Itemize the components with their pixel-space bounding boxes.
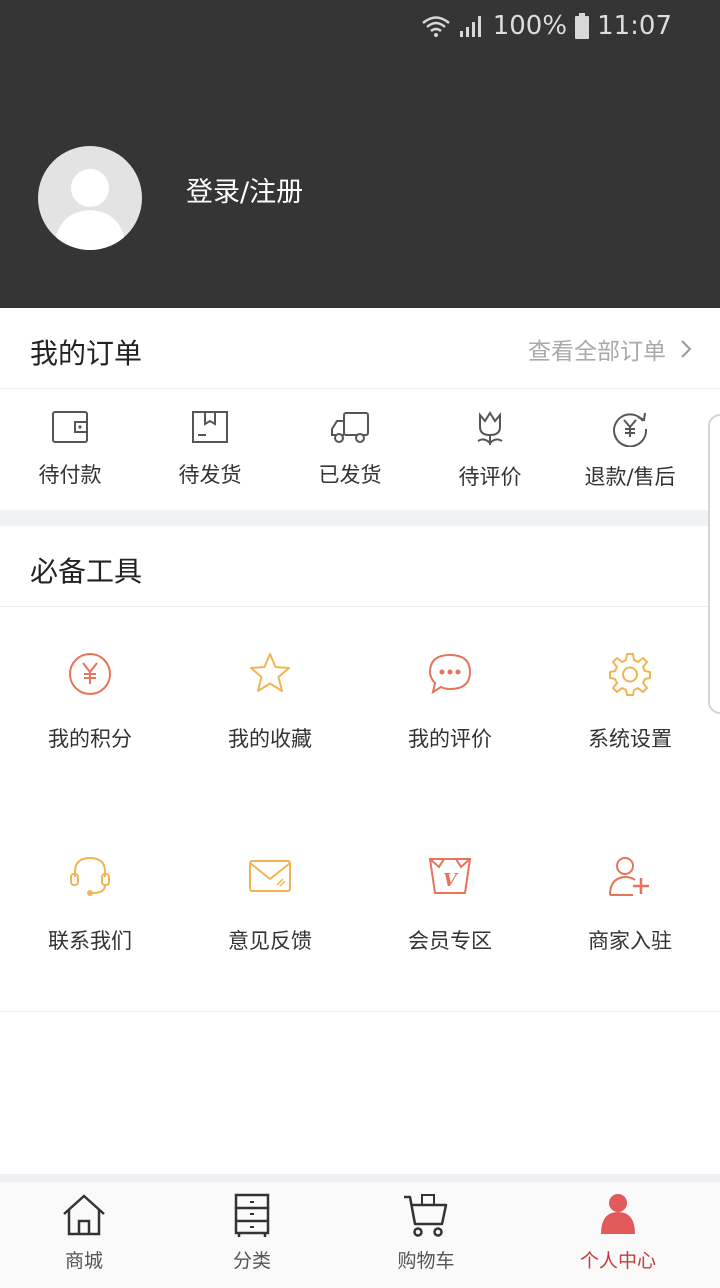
order-shipped[interactable]: 已发货 — [280, 389, 420, 510]
tab-label: 购物车 — [397, 1250, 455, 1272]
svg-text:V: V — [443, 870, 459, 891]
order-pending-payment[interactable]: 待付款 — [0, 389, 140, 510]
gear-icon — [609, 653, 651, 696]
person-icon — [601, 1194, 635, 1234]
tab-cart[interactable]: 购物车 — [336, 1182, 516, 1288]
chat-bubble-icon — [428, 653, 472, 695]
headset-icon — [70, 856, 110, 896]
home-icon — [63, 1194, 105, 1236]
tab-label: 个人中心 — [579, 1250, 656, 1272]
star-icon — [250, 653, 290, 692]
scroll-edge-handle[interactable] — [708, 414, 720, 714]
cabinet-icon — [234, 1193, 270, 1237]
order-pending-shipment[interactable]: 待发货 — [140, 389, 280, 510]
status-bar: 100% 11:07 — [421, 8, 672, 44]
order-item-label: 待评价 — [458, 465, 522, 489]
order-refund-aftersale[interactable]: 退款/售后 — [560, 389, 700, 510]
battery-percent: 100% — [492, 11, 568, 41]
order-pending-review[interactable]: 待评价 — [420, 389, 560, 510]
tool-label: 我的收藏 — [228, 727, 312, 751]
tab-label: 分类 — [232, 1250, 271, 1272]
package-icon — [192, 411, 228, 443]
login-register-link[interactable]: 登录/注册 — [186, 170, 303, 209]
tool-label: 会员专区 — [408, 929, 492, 953]
chevron-right-icon — [681, 340, 692, 358]
user-add-icon — [609, 857, 649, 896]
wifi-icon — [421, 16, 450, 37]
merchant-join-button[interactable]: 商家入驻 — [540, 809, 720, 1011]
my-reviews-button[interactable]: 我的评价 — [360, 607, 540, 809]
tab-label: 商城 — [64, 1250, 103, 1272]
vip-zone-button[interactable]: V 会员专区 — [360, 809, 540, 1011]
system-settings-button[interactable]: 系统设置 — [540, 607, 720, 809]
envelope-icon — [249, 860, 291, 892]
order-item-label: 退款/售后 — [584, 465, 676, 489]
section-divider — [0, 510, 720, 526]
contact-us-button[interactable]: 联系我们 — [0, 809, 180, 1011]
battery-icon — [575, 13, 590, 39]
tab-category[interactable]: 分类 — [168, 1182, 336, 1288]
my-points-button[interactable]: 我的积分 — [0, 607, 180, 809]
bottom-tab-bar: 商城 分类 购物车 个人中心 — [0, 1174, 720, 1288]
order-status-row: 待付款 待发货 已发货 待评价 退款/售后 — [0, 389, 720, 510]
user-avatar-icon[interactable] — [38, 146, 142, 250]
tools-header: 必备工具 — [0, 526, 720, 607]
order-item-label: 待付款 — [38, 463, 102, 487]
my-orders-header: 我的订单 查看全部订单 — [0, 308, 720, 389]
tools-row-1: 我的积分 我的收藏 我的评价 系统设置 — [0, 607, 720, 810]
tools-title: 必备工具 — [30, 555, 143, 588]
view-all-orders-link[interactable]: 查看全部订单 — [528, 332, 692, 366]
tool-label: 我的评价 — [408, 727, 492, 751]
tool-label: 系统设置 — [588, 727, 672, 751]
my-favorites-button[interactable]: 我的收藏 — [180, 607, 360, 809]
feedback-button[interactable]: 意见反馈 — [180, 809, 360, 1011]
my-orders-title: 我的订单 — [30, 337, 143, 370]
wallet-icon — [52, 411, 88, 443]
profile-header: 100% 11:07 登录/注册 — [0, 0, 720, 308]
order-item-label: 已发货 — [318, 463, 382, 487]
signal-icon — [459, 16, 481, 37]
yuan-circle-icon — [69, 653, 111, 695]
tool-label: 商家入驻 — [588, 929, 672, 953]
cart-icon — [404, 1194, 448, 1237]
truck-icon — [331, 412, 369, 443]
vip-badge-icon: V — [428, 858, 472, 894]
tool-label: 联系我们 — [48, 929, 132, 953]
refund-yuan-icon — [613, 412, 648, 447]
flower-icon — [477, 411, 503, 445]
clock: 11:07 — [597, 11, 672, 41]
tools-row-2: 联系我们 意见反馈 V 会员专区 商家入驻 — [0, 809, 720, 1012]
view-all-orders-label: 查看全部订单 — [528, 339, 666, 365]
tool-label: 意见反馈 — [228, 929, 312, 953]
tab-personal-center[interactable]: 个人中心 — [516, 1182, 720, 1288]
tool-label: 我的积分 — [48, 727, 132, 751]
order-item-label: 待发货 — [178, 463, 242, 487]
tab-mall[interactable]: 商城 — [0, 1182, 168, 1288]
